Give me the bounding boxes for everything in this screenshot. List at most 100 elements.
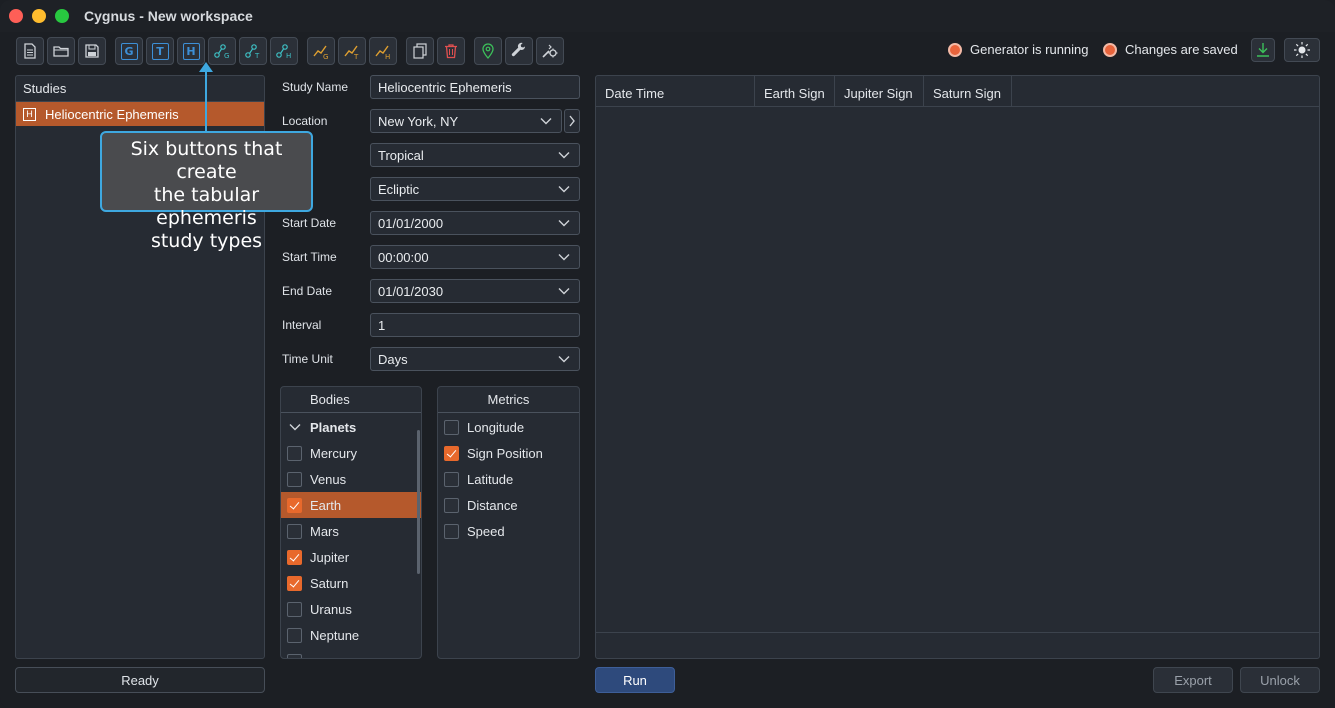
svg-text:H: H <box>385 53 390 60</box>
tools-button[interactable] <box>505 37 533 65</box>
theme-toggle-button[interactable] <box>1284 38 1320 62</box>
end-date-value: 01/01/2030 <box>378 284 444 299</box>
chevron-right-icon <box>569 115 575 127</box>
metric-item-latitude[interactable]: Latitude <box>438 466 579 492</box>
checkbox[interactable] <box>444 471 459 487</box>
maximize-window-button[interactable] <box>55 9 69 23</box>
title-bar: Cygnus - New workspace <box>0 0 1335 32</box>
gear-icon <box>542 44 558 58</box>
checkbox[interactable] <box>287 601 302 617</box>
body-label: Venus <box>310 471 347 487</box>
checkbox[interactable] <box>287 627 302 643</box>
metric-item-longitude[interactable]: Longitude <box>438 414 579 440</box>
checkbox[interactable] <box>444 419 459 435</box>
body-item-neptune[interactable]: Neptune <box>281 622 421 648</box>
start-time-picker[interactable]: 00:00:00 <box>370 245 580 269</box>
open-folder-icon <box>53 46 69 57</box>
unlock-button[interactable]: Unlock <box>1240 667 1320 693</box>
new-file-button[interactable] <box>16 37 44 65</box>
checkbox-checked[interactable] <box>287 497 302 513</box>
checkbox[interactable] <box>287 523 302 539</box>
table-horizontal-scrollbar <box>596 632 1319 633</box>
chevron-down-icon <box>289 424 301 431</box>
body-item-mercury[interactable]: Mercury <box>281 440 421 466</box>
body-item-uranus[interactable]: Uranus <box>281 596 421 622</box>
geocentric-event-study-button[interactable]: G <box>208 37 236 65</box>
ready-button[interactable]: Ready <box>15 667 265 693</box>
sun-icon <box>1294 42 1310 58</box>
geocentric-study-button[interactable]: G <box>115 37 143 65</box>
plane-select[interactable]: Ecliptic <box>370 177 580 201</box>
topocentric-study-button[interactable]: T <box>146 37 174 65</box>
topocentric-event-study-button[interactable]: T <box>239 37 267 65</box>
metric-item-speed[interactable]: Speed <box>438 518 579 544</box>
minimize-window-button[interactable] <box>32 9 46 23</box>
column-header-date-time[interactable]: Date Time <box>596 76 755 107</box>
topocentric-graph-button[interactable]: T <box>338 37 366 65</box>
open-folder-button[interactable] <box>47 37 75 65</box>
planets-group[interactable]: Planets <box>281 414 421 440</box>
close-window-button[interactable] <box>9 9 23 23</box>
checkbox-checked[interactable] <box>287 575 302 591</box>
delete-button[interactable] <box>437 37 465 65</box>
geocentric-study-icon: G <box>120 42 138 60</box>
study-name-label: Study Name <box>282 80 349 94</box>
callout-text-line: Six buttons that create <box>130 138 283 183</box>
time-unit-select[interactable]: Days <box>370 347 580 371</box>
location-button[interactable] <box>474 37 502 65</box>
location-next-button[interactable] <box>564 109 580 133</box>
bodies-scrollbar[interactable] <box>417 430 420 574</box>
wrench-icon <box>511 42 525 57</box>
chevron-down-icon <box>558 288 570 295</box>
body-label: Saturn <box>310 575 349 591</box>
checkbox[interactable] <box>287 471 302 487</box>
study-name-input[interactable]: Heliocentric Ephemeris <box>370 75 580 99</box>
zodiac-select[interactable]: Tropical <box>370 143 580 167</box>
heliocentric-event-study-button[interactable]: H <box>270 37 298 65</box>
bodies-panel: Bodies Planets Mercury Venus Earth Mars … <box>280 386 422 659</box>
run-button[interactable]: Run <box>595 667 675 693</box>
geocentric-graph-button[interactable]: G <box>307 37 335 65</box>
checkbox-checked[interactable] <box>287 549 302 565</box>
body-item-saturn[interactable]: Saturn <box>281 570 421 596</box>
checkbox[interactable] <box>287 445 302 461</box>
checkbox[interactable] <box>444 497 459 513</box>
body-item-mars[interactable]: Mars <box>281 518 421 544</box>
metric-label: Speed <box>467 523 505 539</box>
body-item-venus[interactable]: Venus <box>281 466 421 492</box>
study-item-heliocentric-ephemeris[interactable]: H Heliocentric Ephemeris <box>16 102 264 126</box>
duplicate-button[interactable] <box>406 37 434 65</box>
interval-input[interactable]: 1 <box>370 313 580 337</box>
heliocentric-graph-button[interactable]: H <box>369 37 397 65</box>
download-button[interactable] <box>1251 38 1275 62</box>
save-button[interactable] <box>78 37 106 65</box>
heliocentric-study-button[interactable]: H <box>177 37 205 65</box>
checkbox[interactable] <box>287 653 302 658</box>
callout-arrow-icon <box>199 62 213 72</box>
body-label: Neptune <box>310 627 360 643</box>
body-item-earth[interactable]: Earth <box>281 492 421 518</box>
metric-item-distance[interactable]: Distance <box>438 492 579 518</box>
body-item-jupiter[interactable]: Jupiter <box>281 544 421 570</box>
checkbox[interactable] <box>444 523 459 539</box>
chevron-down-icon <box>540 118 552 125</box>
export-button[interactable]: Export <box>1153 667 1233 693</box>
column-header-jupiter-sign[interactable]: Jupiter Sign <box>835 76 924 107</box>
results-table: Date Time Earth Sign Jupiter Sign Saturn… <box>595 75 1320 659</box>
end-date-picker[interactable]: 01/01/2030 <box>370 279 580 303</box>
start-date-value: 01/01/2000 <box>378 216 444 231</box>
bodies-header: Bodies <box>281 387 421 413</box>
body-item-partial[interactable] <box>281 648 421 658</box>
checkbox-checked[interactable] <box>444 445 459 461</box>
svg-text:T: T <box>254 52 260 60</box>
metric-item-sign-position[interactable]: Sign Position <box>438 440 579 466</box>
start-date-picker[interactable]: 01/01/2000 <box>370 211 580 235</box>
body-label: Earth <box>310 497 342 513</box>
column-header-earth-sign[interactable]: Earth Sign <box>755 76 835 107</box>
settings-button[interactable] <box>536 37 564 65</box>
study-item-label: Heliocentric Ephemeris <box>45 106 179 122</box>
location-select[interactable]: New York, NY <box>370 109 562 133</box>
body-label: Jupiter <box>310 549 350 565</box>
svg-text:T: T <box>353 53 359 60</box>
column-header-saturn-sign[interactable]: Saturn Sign <box>924 76 1012 107</box>
